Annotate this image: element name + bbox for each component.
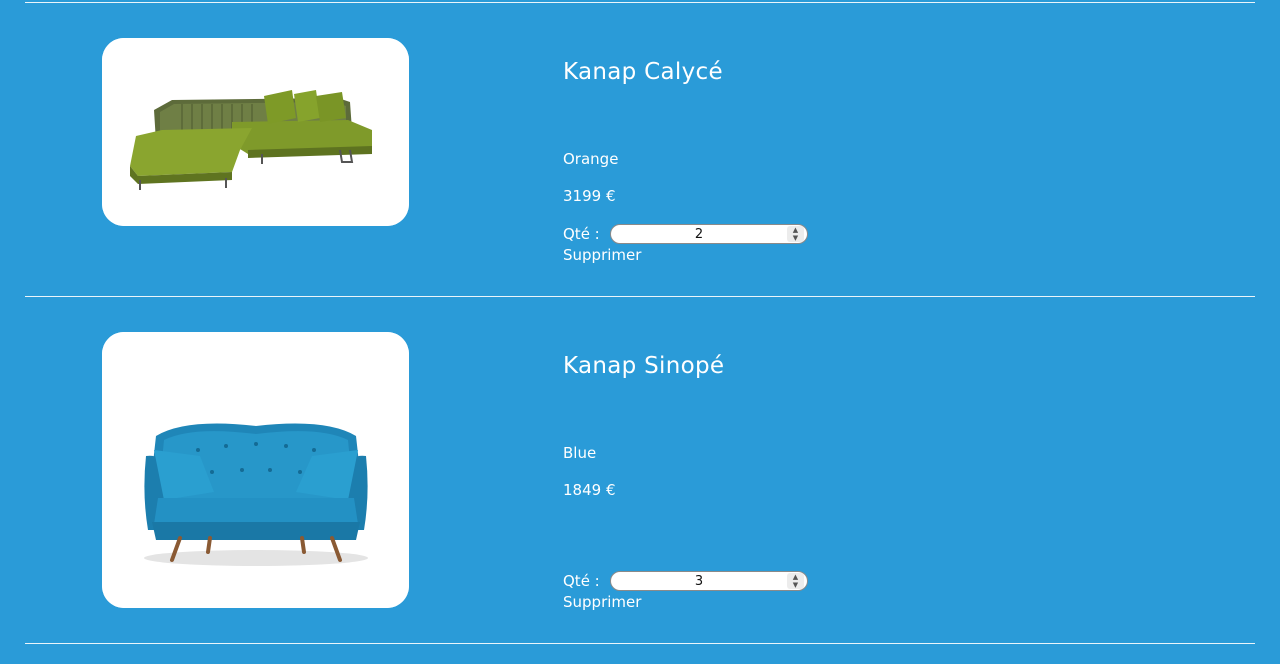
product-price: 3199 € [563, 187, 616, 205]
quantity-stepper[interactable]: ▲ ▼ [787, 226, 804, 242]
item-divider [25, 296, 1255, 297]
product-title: Kanap Calycé [563, 59, 723, 85]
quantity-label: Qté : [563, 572, 600, 590]
cart-item: Kanap Calycé Orange 3199 € Qté : ▲ ▼ Sup… [0, 38, 1280, 268]
delete-button[interactable]: Supprimer [563, 246, 641, 264]
product-title: Kanap Sinopé [563, 353, 725, 379]
chevron-down-icon[interactable]: ▼ [787, 581, 804, 589]
item-divider [25, 643, 1255, 644]
product-price: 1849 € [563, 481, 616, 499]
quantity-label: Qté : [563, 225, 600, 243]
blue-loveseat-sofa-image [102, 332, 409, 608]
product-image [102, 38, 409, 226]
item-divider [25, 2, 1255, 3]
cart-item: Kanap Sinopé Blue 1849 € Qté : ▲ ▼ Suppr… [0, 332, 1280, 622]
quantity-input[interactable] [610, 224, 808, 244]
quantity-input[interactable] [610, 571, 808, 591]
chevron-up-icon[interactable]: ▲ [787, 573, 804, 581]
quantity-row: Qté : ▲ ▼ [563, 223, 823, 245]
quantity-stepper[interactable]: ▲ ▼ [787, 573, 804, 589]
chevron-up-icon[interactable]: ▲ [787, 226, 804, 234]
product-image [102, 332, 409, 608]
product-color: Orange [563, 150, 619, 168]
product-color: Blue [563, 444, 597, 462]
chevron-down-icon[interactable]: ▼ [787, 234, 804, 242]
green-corner-sofa-image [102, 38, 409, 226]
delete-button[interactable]: Supprimer [563, 593, 641, 611]
quantity-row: Qté : ▲ ▼ [563, 570, 823, 592]
